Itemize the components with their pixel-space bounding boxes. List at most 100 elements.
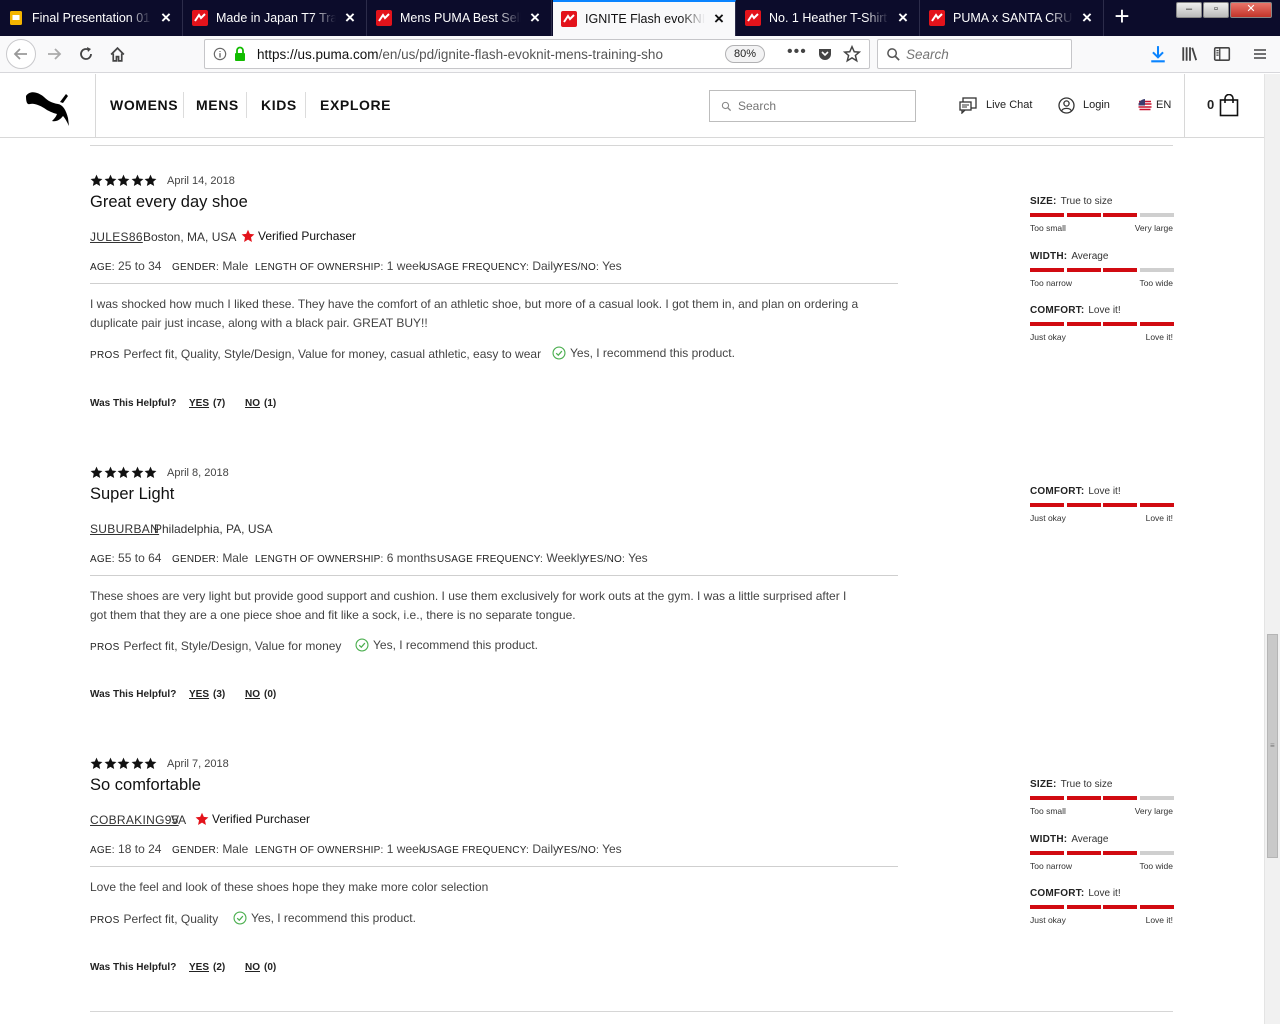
attribute-label: LENGTH OF OWNERSHIP: <box>255 845 384 856</box>
browser-tab-bar: Final Presentation 01 - Google Slides × … <box>0 0 1280 36</box>
browser-search-bar[interactable] <box>877 39 1072 69</box>
no-label: NO <box>245 962 260 973</box>
attribute-label: YES/NO: <box>557 262 599 273</box>
star-icon <box>117 466 130 479</box>
recommend-note: Yes, I recommend this product. <box>233 911 416 925</box>
rating-name: COMFORT: <box>1030 486 1085 497</box>
rating-segment <box>1103 322 1137 326</box>
puma-icon <box>376 10 392 26</box>
helpful-yes-button[interactable]: YES (3) <box>189 689 225 700</box>
browser-tab[interactable]: Made in Japan T7 Track Jacket × <box>184 0 367 36</box>
user-icon[interactable] <box>1058 97 1075 114</box>
browser-tab[interactable]: Mens PUMA Best Sellers × <box>368 0 552 36</box>
url-text[interactable]: https://us.puma.com/en/us/pd/ignite-flas… <box>257 47 687 62</box>
rating-name: COMFORT: <box>1030 305 1085 316</box>
rating-segment <box>1139 851 1174 855</box>
rating-bar <box>1030 905 1174 909</box>
site-search-box[interactable] <box>709 90 916 122</box>
browser-tab-active[interactable]: IGNITE Flash evoKNIT Men's × <box>553 0 736 36</box>
close-tab-icon[interactable]: × <box>158 8 174 27</box>
nav-womens[interactable]: WOMENS <box>110 97 178 113</box>
page-actions-icon[interactable]: ••• <box>787 43 807 61</box>
pocket-icon[interactable] <box>817 46 833 62</box>
language-selector[interactable]: EN <box>1156 99 1171 111</box>
nav-mens[interactable]: MENS <box>196 97 239 113</box>
rating-segment <box>1103 268 1137 272</box>
cart-bag-icon[interactable] <box>1219 94 1239 117</box>
lock-icon[interactable] <box>233 46 247 62</box>
reviewer-nickname-link[interactable]: COBRAKING95 <box>90 813 179 827</box>
divider <box>305 92 306 118</box>
browser-tab[interactable]: PUMA x SANTA CRUZ Suede × <box>921 0 1104 36</box>
us-flag-icon[interactable] <box>1137 99 1153 112</box>
rating-bar <box>1030 796 1174 800</box>
rating-segment <box>1066 213 1101 217</box>
rating-low-label: Just okay <box>1030 332 1066 342</box>
site-search-input[interactable] <box>738 97 908 115</box>
close-tab-icon[interactable]: × <box>895 8 911 27</box>
new-tab-button[interactable]: + <box>1110 3 1134 30</box>
attribute-value: 1 week <box>386 842 425 856</box>
live-chat-icon[interactable] <box>959 97 977 114</box>
attribute-label: AGE: <box>90 845 115 856</box>
search-icon <box>721 101 732 112</box>
helpful-no-button[interactable]: NO (0) <box>245 962 276 973</box>
helpful-yes-button[interactable]: YES (7) <box>189 398 225 409</box>
back-button[interactable] <box>6 39 36 69</box>
star-rating <box>90 174 158 187</box>
browser-search-input[interactable] <box>906 45 1066 63</box>
review-card: April 14, 2018 Great every day shoe JULES8… <box>90 174 1174 434</box>
library-icon[interactable] <box>1181 45 1199 63</box>
login-link[interactable]: Login <box>1083 99 1110 111</box>
attribute-value: Daily <box>532 842 560 856</box>
minimize-button[interactable]: – <box>1176 2 1202 18</box>
yes-count: (2) <box>213 962 226 973</box>
review-attribute: GENDER: Male <box>172 259 248 273</box>
reviewer-nickname-link[interactable]: JULES86 <box>90 230 143 244</box>
attribute-value: Yes <box>628 551 648 565</box>
page-scrollbar[interactable]: ≡ <box>1264 74 1280 1024</box>
helpful-no-button[interactable]: NO (0) <box>245 689 276 700</box>
url-bar[interactable]: https://us.puma.com/en/us/pd/ignite-flas… <box>204 39 870 69</box>
zoom-level-badge[interactable]: 80% <box>725 45 765 63</box>
review-title: Super Light <box>90 485 175 503</box>
scrollbar-thumb[interactable]: ≡ <box>1267 634 1278 858</box>
attribute-label: LENGTH OF OWNERSHIP: <box>255 262 384 273</box>
star-icon <box>131 757 143 770</box>
browser-tab[interactable]: Final Presentation 01 - Google Slides × <box>0 0 183 36</box>
helpful-yes-button[interactable]: YES (2) <box>189 962 225 973</box>
window-close-button[interactable]: ✕ <box>1230 2 1272 18</box>
rating-bar <box>1030 851 1174 855</box>
close-tab-icon[interactable]: × <box>527 8 543 27</box>
review-attribute: YES/NO: Yes <box>557 842 622 856</box>
nav-explore[interactable]: EXPLORE <box>320 97 391 113</box>
rating-label: WIDTH: Average <box>1030 251 1108 262</box>
info-icon[interactable] <box>213 47 227 61</box>
close-tab-icon[interactable]: × <box>711 9 727 28</box>
download-icon[interactable] <box>1149 45 1167 63</box>
hamburger-menu-icon[interactable] <box>1252 46 1268 62</box>
nav-kids[interactable]: KIDS <box>261 97 297 113</box>
forward-button[interactable] <box>40 40 68 68</box>
bookmark-star-icon[interactable] <box>843 45 861 63</box>
attribute-label: GENDER: <box>172 845 219 856</box>
star-icon <box>131 466 143 479</box>
rating-value: True to size <box>1060 779 1113 790</box>
home-button[interactable] <box>103 40 131 68</box>
browser-tab[interactable]: No. 1 Heather T-Shirt | PUMA × <box>737 0 920 36</box>
maximize-button[interactable]: ▫ <box>1203 2 1229 18</box>
cart-count[interactable]: 0 <box>1207 97 1214 112</box>
search-icon <box>887 48 900 61</box>
attribute-value: 25 to 34 <box>118 259 162 273</box>
close-tab-icon[interactable]: × <box>1079 8 1095 27</box>
sidebar-icon[interactable] <box>1213 45 1231 63</box>
live-chat-link[interactable]: Live Chat <box>986 99 1032 111</box>
rating-name: SIZE: <box>1030 779 1057 790</box>
pros-label: PROS <box>90 642 120 653</box>
close-tab-icon[interactable]: × <box>342 8 358 27</box>
puma-logo[interactable] <box>22 84 72 128</box>
helpful-no-button[interactable]: NO (1) <box>245 398 276 409</box>
reviewer-nickname-link[interactable]: SUBURBAN <box>90 522 159 536</box>
reload-button[interactable] <box>72 40 100 68</box>
divider <box>90 145 1173 146</box>
